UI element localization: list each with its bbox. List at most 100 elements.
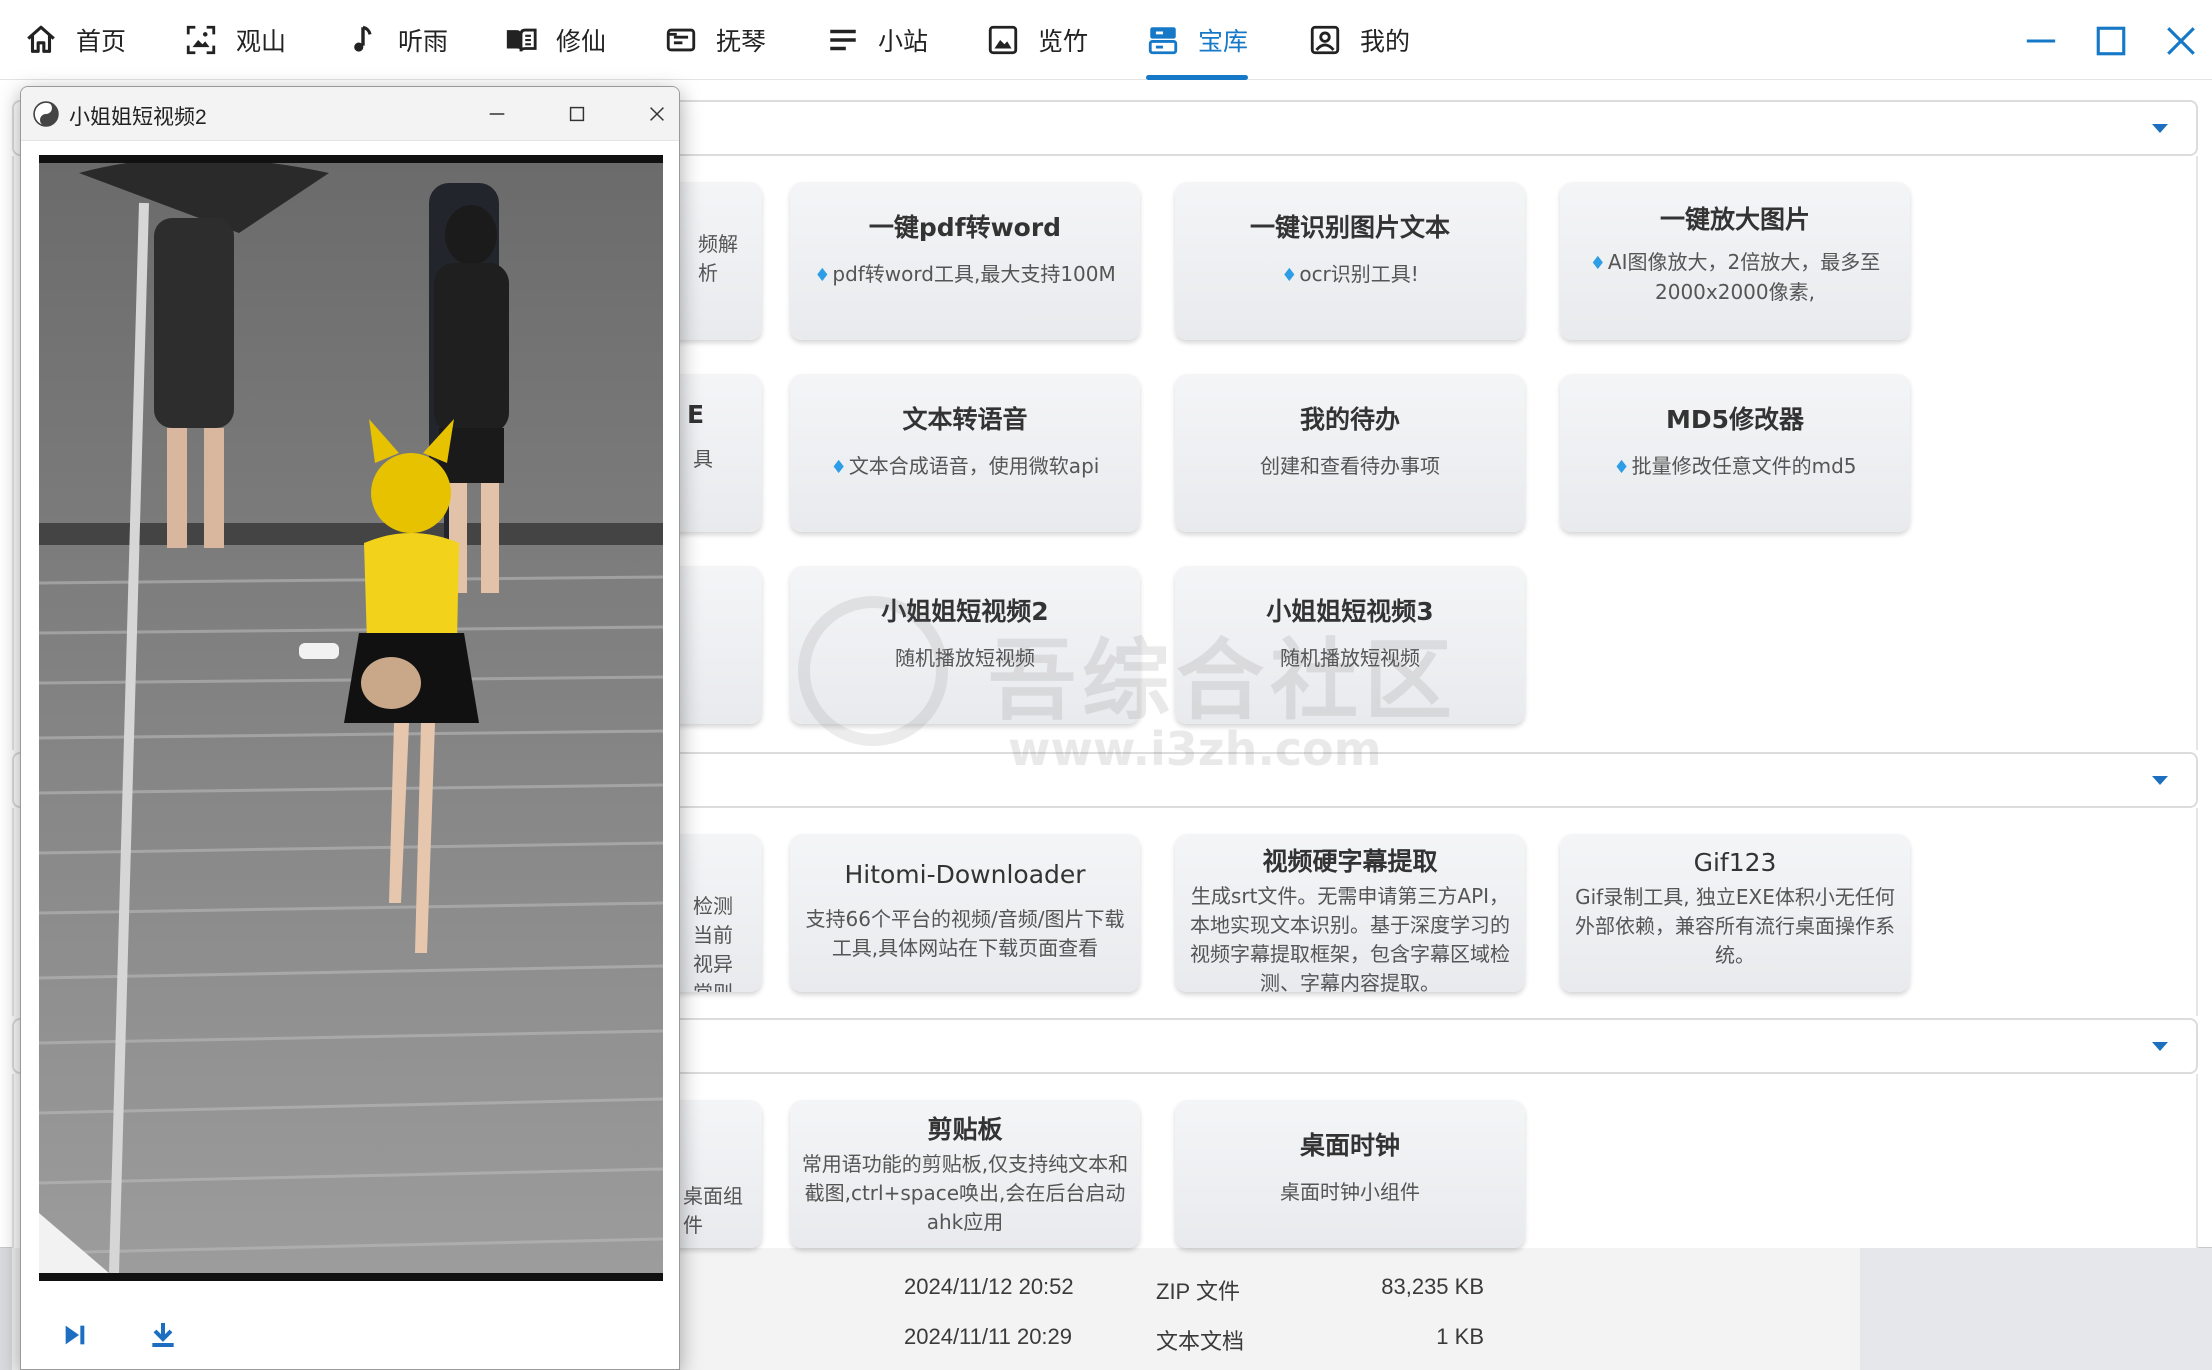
- video-window-title: 小姐姐短视频2: [69, 106, 207, 129]
- nav-label: 览竹: [1038, 27, 1089, 56]
- minimize-button[interactable]: [2014, 14, 2068, 68]
- tool-card-tts[interactable]: 文本转语音 ♦ 文本合成语音，使用微软api: [790, 374, 1140, 532]
- card-title: 文本转语音: [902, 405, 1028, 434]
- video-close-button[interactable]: [639, 96, 675, 132]
- nav-label: 小站: [878, 27, 929, 56]
- card-desc: ♦ AI图像放大，2倍放大，最多至2000x2000像素,: [1566, 248, 1904, 307]
- nav-item-fuqin[interactable]: 抚琴: [664, 0, 766, 80]
- tool-card-md5[interactable]: MD5修改器 ♦ 批量修改任意文件的md5: [1560, 374, 1910, 532]
- maximize-icon: [2096, 26, 2126, 56]
- card-desc-text: pdf转word工具,最大支持100M: [832, 262, 1116, 286]
- nav-item-xiaozhan[interactable]: 小站: [826, 0, 928, 80]
- file-size: 83,235 KB: [1381, 1274, 1484, 1299]
- card-title: 我的待办: [1299, 405, 1400, 434]
- card-desc: ♦ ocr识别工具!: [1181, 260, 1519, 290]
- nav-item-xiuxian[interactable]: 修仙: [504, 0, 606, 80]
- file-type: ZIP 文件: [1156, 1279, 1240, 1304]
- file-row[interactable]: 2024/11/11 20:29 文本文档 1 KB: [692, 1312, 1792, 1360]
- nav-item-lanzhu[interactable]: 览竹: [986, 0, 1088, 80]
- inbox-icon: [666, 28, 696, 52]
- chevron-down-icon: [2152, 776, 2168, 785]
- card-title: Gif123: [1693, 848, 1777, 877]
- download-video-button[interactable]: [139, 1311, 187, 1359]
- gem-icon: ♦: [1281, 265, 1298, 286]
- next-video-button[interactable]: [51, 1311, 99, 1359]
- file-size: 1 KB: [1436, 1324, 1484, 1349]
- card-desc: ♦ 文本合成语音，使用微软api: [796, 452, 1134, 482]
- video-maximize-button[interactable]: [559, 96, 595, 132]
- tool-card-clipboard[interactable]: 剪贴板 常用语功能的剪贴板,仅支持纯文本和截图,ctrl+space唤出,会在后…: [790, 1100, 1140, 1248]
- user-card-icon: [1310, 25, 1340, 55]
- gem-icon: ♦: [1589, 253, 1606, 274]
- video-still-image: [39, 163, 663, 1273]
- card-desc-text: ocr识别工具!: [1299, 262, 1419, 286]
- image-frame-icon: [186, 25, 216, 55]
- nav-item-tingyu[interactable]: 听雨: [346, 0, 448, 80]
- tool-card-hitomi[interactable]: Hitomi-Downloader 支持66个平台的视频/音频/图片下载工具,具…: [790, 834, 1140, 992]
- top-navigation: 首页 观山 听雨 修仙 抚琴 小站 览竹 宝库 我的: [0, 0, 2212, 80]
- nav-label: 我的: [1360, 27, 1411, 56]
- tool-card-image-upscale[interactable]: 一键放大图片 ♦ AI图像放大，2倍放大，最多至2000x2000像素,: [1560, 182, 1910, 340]
- music-note-icon: [354, 25, 372, 52]
- chevron-down-icon: [2152, 1042, 2168, 1051]
- card-desc-text: 文本合成语音，使用微软api: [848, 454, 1100, 478]
- card-title: 视频硬字幕提取: [1262, 847, 1438, 876]
- tool-card-ocr[interactable]: 一键识别图片文本 ♦ ocr识别工具!: [1175, 182, 1525, 340]
- tool-card-pdf-to-word[interactable]: 一键pdf转word ♦ pdf转word工具,最大支持100M: [790, 182, 1140, 340]
- tool-card-video2[interactable]: 小姐姐短视频2 随机播放短视频: [790, 566, 1140, 724]
- app-logo-icon: [33, 101, 59, 127]
- card-desc: Gif录制工具, 独立EXE体积小无任何外部依赖，兼容所有流行桌面操作系统。: [1575, 885, 1895, 967]
- video-controls-bar: [21, 1311, 679, 1369]
- gem-icon: ♦: [814, 265, 831, 286]
- card-desc: 支持66个平台的视频/音频/图片下载工具,具体网站在下载页面查看: [805, 907, 1125, 960]
- minimize-icon: [489, 113, 505, 115]
- close-icon: [2167, 27, 2195, 55]
- file-row[interactable]: 2024/11/12 20:52 ZIP 文件 83,235 KB: [692, 1262, 1792, 1310]
- card-title: 小姐姐短视频3: [1266, 597, 1434, 626]
- nav-label: 听雨: [398, 27, 449, 56]
- video-frame[interactable]: [39, 155, 663, 1281]
- card-title: 一键识别图片文本: [1249, 213, 1450, 242]
- card-title: MD5修改器: [1665, 405, 1805, 434]
- card-desc: ♦ pdf转word工具,最大支持100M: [796, 260, 1134, 290]
- tool-card-video3[interactable]: 小姐姐短视频3 随机播放短视频: [1175, 566, 1525, 724]
- nav-item-baoku[interactable]: 宝库: [1146, 0, 1249, 80]
- maximize-button[interactable]: [2084, 14, 2138, 68]
- card-desc: 创建和查看待办事项: [1260, 454, 1440, 478]
- gem-icon: ♦: [830, 457, 847, 478]
- nav-label: 修仙: [556, 27, 607, 56]
- nav-label: 观山: [236, 27, 287, 56]
- book-icon: [506, 28, 537, 52]
- card-desc: 生成srt文件。无需申请第三方API，本地实现文本识别。基于深度学习的视频字幕提…: [1190, 884, 1510, 992]
- card-desc: 随机播放短视频: [895, 646, 1035, 670]
- nav-item-home[interactable]: 首页: [24, 0, 126, 80]
- nav-item-guanshan[interactable]: 观山: [184, 0, 286, 80]
- card-title: 一键放大图片: [1659, 205, 1810, 234]
- card-desc: ♦ 批量修改任意文件的md5: [1566, 452, 1904, 482]
- card-title: 一键pdf转word: [868, 213, 1062, 242]
- nav-item-wode[interactable]: 我的: [1308, 0, 1410, 80]
- minimize-icon: [2026, 39, 2056, 43]
- lines-icon: [830, 29, 856, 51]
- card-title: 小姐姐短视频2: [881, 597, 1049, 626]
- picture-icon: [988, 25, 1018, 55]
- close-icon: [650, 107, 664, 121]
- nav-label: 宝库: [1198, 27, 1249, 56]
- explorer-side-pane: [1860, 1248, 2212, 1370]
- file-type: 文本文档: [1156, 1329, 1245, 1354]
- video-window-titlebar[interactable]: 小姐姐短视频2: [21, 87, 679, 141]
- video-minimize-button[interactable]: [479, 96, 515, 132]
- card-title: Hitomi-Downloader: [844, 860, 1086, 889]
- stairs-scene-image: [39, 163, 663, 1273]
- close-button[interactable]: [2154, 14, 2208, 68]
- tool-card-gif123[interactable]: Gif123 Gif录制工具, 独立EXE体积小无任何外部依赖，兼容所有流行桌面…: [1560, 834, 1910, 992]
- card-desc: 常用语功能的剪贴板,仅支持纯文本和截图,ctrl+space唤出,会在后台启动a…: [801, 1152, 1129, 1234]
- tool-card-todo[interactable]: 我的待办 创建和查看待办事项: [1175, 374, 1525, 532]
- gem-icon: ♦: [1613, 457, 1630, 478]
- file-date: 2024/11/11 20:29: [904, 1324, 1073, 1349]
- tool-card-subtitle-extract[interactable]: 视频硬字幕提取 生成srt文件。无需申请第三方API，本地实现文本识别。基于深度…: [1175, 834, 1525, 992]
- next-track-icon: [65, 1325, 85, 1345]
- nav-label: 首页: [76, 27, 127, 56]
- tool-card-desktop-clock[interactable]: 桌面时钟 桌面时钟小组件: [1175, 1100, 1525, 1248]
- video-player-window: 小姐姐短视频2: [20, 86, 680, 1370]
